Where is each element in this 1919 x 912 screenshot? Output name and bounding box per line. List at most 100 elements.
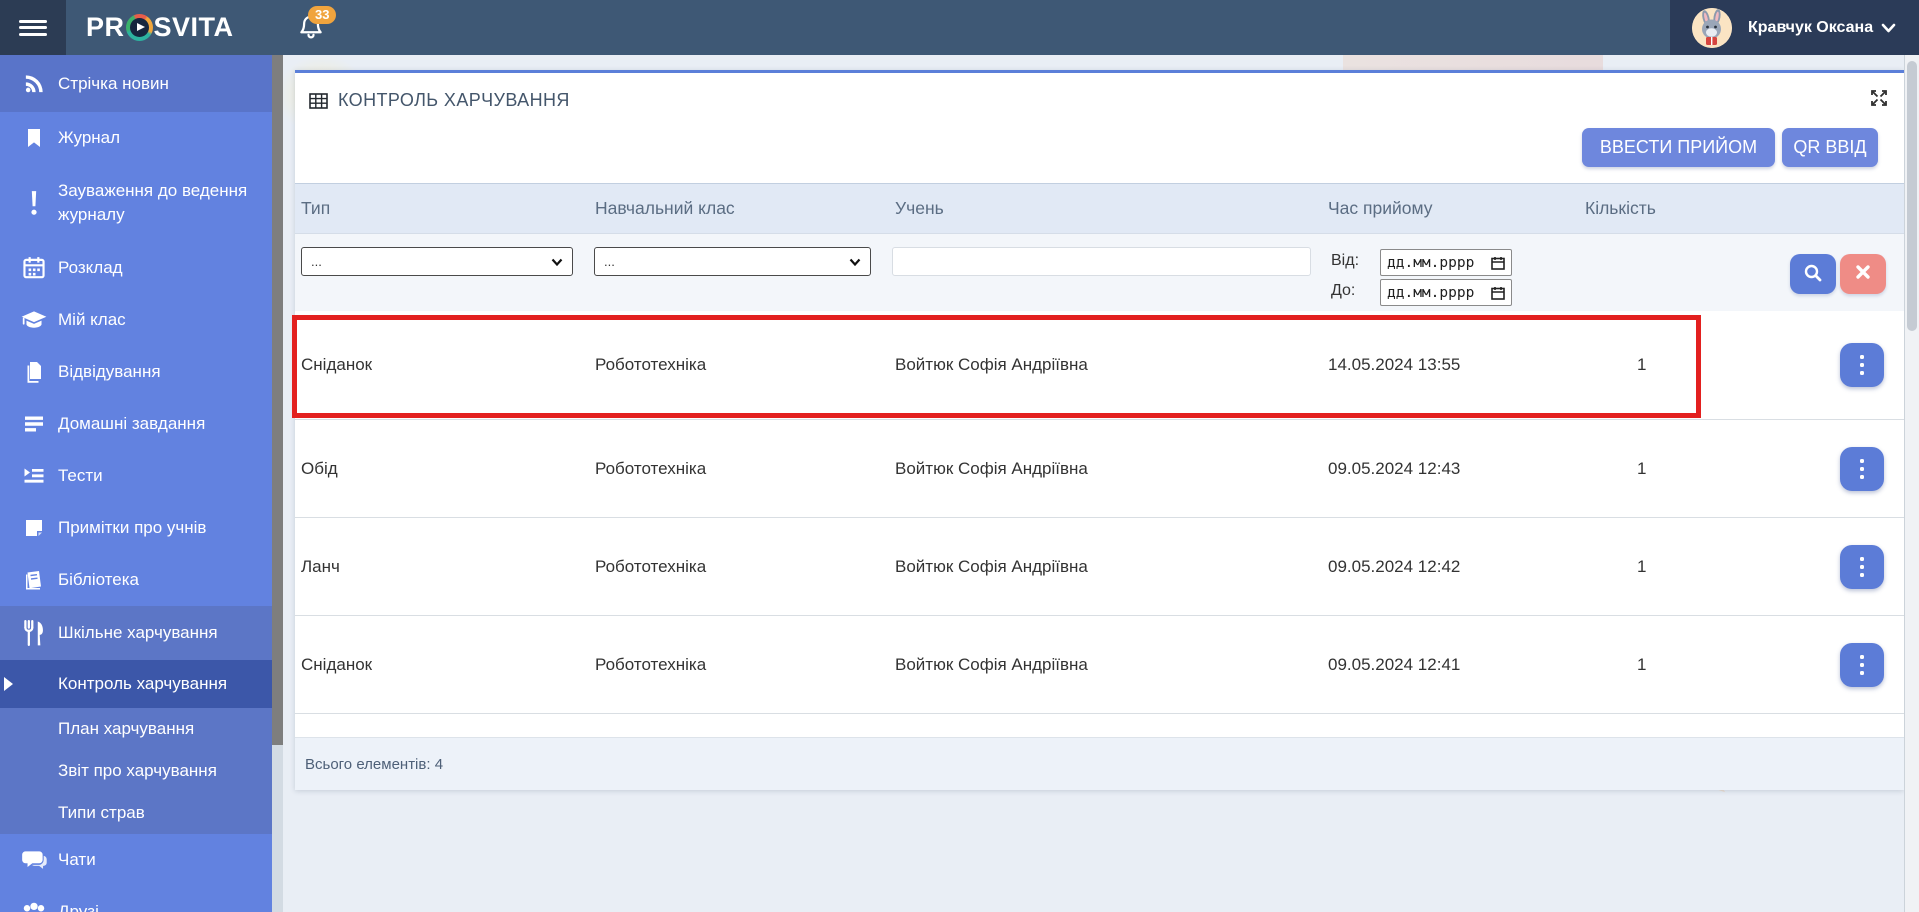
sidebar-item-label: Відвідування: [58, 360, 171, 384]
panel-title: КОНТРОЛЬ ХАРЧУВАННЯ: [338, 90, 570, 111]
sidebar-item-news[interactable]: Стрічка новин: [0, 55, 272, 112]
sidebar-item-student-notes[interactable]: Примітки про учнів: [0, 502, 272, 554]
sidebar-item-journal[interactable]: Журнал: [0, 112, 272, 164]
clear-filter-button[interactable]: [1840, 254, 1886, 294]
page-scrollbar-thumb[interactable]: [1907, 61, 1917, 331]
app-logo: PRSVITA: [86, 12, 234, 43]
bell-icon: [296, 31, 326, 48]
row-class-cell: Робототехніка: [595, 355, 895, 375]
vertical-dots-icon: [1860, 355, 1864, 359]
vertical-dots-icon: [1860, 557, 1864, 561]
qr-input-button[interactable]: QR ВВІД: [1782, 128, 1878, 167]
note-icon: [20, 514, 48, 542]
table-header-row: Тип Навчальний клас Учень Час прийому Кі…: [295, 183, 1904, 233]
enter-meal-button[interactable]: ВВЕСТИ ПРИЙОМ: [1582, 128, 1775, 167]
sidebar-item-meal-report[interactable]: Звіт про харчування: [0, 750, 272, 792]
bookmark-icon: [20, 124, 48, 152]
sidebar-scrollbar-thumb[interactable]: [272, 55, 283, 745]
page-scrollbar[interactable]: [1904, 55, 1919, 912]
row-time-cell: 09.05.2024 12:43: [1328, 459, 1585, 479]
student-filter-input[interactable]: [892, 247, 1311, 276]
search-button[interactable]: [1790, 254, 1836, 294]
sidebar-item-friends[interactable]: Друзі: [0, 886, 272, 912]
sidebar-nav: Стрічка новин ЖурналЗауваження до ведення…: [0, 55, 272, 912]
row-student-cell: Войтюк Софія Андріївна: [895, 355, 1328, 375]
type-filter-select[interactable]: ...: [301, 247, 573, 276]
sidebar-item-journal-remarks[interactable]: Зауваження до ведення журналу: [0, 164, 272, 242]
column-header-time: Час прийому: [1328, 198, 1585, 219]
sidebar-item-label: Бібліотека: [58, 568, 149, 592]
logo-text-left: PR: [86, 12, 125, 43]
date-from-label: Від:: [1331, 252, 1359, 270]
date-placeholder: дд.мм.рррр: [1387, 255, 1474, 271]
vertical-dots-icon: [1860, 565, 1864, 569]
hamburger-icon: [19, 16, 47, 39]
row-class-cell: Робототехніка: [595, 655, 895, 675]
column-header-type: Тип: [301, 198, 595, 219]
date-to-input[interactable]: дд.мм.рррр: [1380, 279, 1512, 306]
sidebar-item-attendance[interactable]: Відвідування: [0, 346, 272, 398]
sidebar-item-label: План харчування: [58, 717, 204, 741]
row-quantity-cell: 1: [1585, 655, 1830, 675]
sidebar-item-label: Розклад: [58, 256, 133, 280]
sidebar-item-homework[interactable]: Домашні завдання: [0, 398, 272, 450]
sidebar-item-label: Шкільне харчування: [58, 621, 228, 645]
column-header-student: Учень: [895, 198, 1328, 219]
food-icon: [20, 619, 48, 647]
row-actions-button[interactable]: [1840, 643, 1884, 687]
hamburger-menu-button[interactable]: [0, 0, 66, 55]
type-filter-value: ...: [311, 254, 322, 269]
row-actions-button[interactable]: [1840, 545, 1884, 589]
sidebar-item-chats[interactable]: Чати: [0, 834, 272, 886]
calendar-icon: [20, 254, 48, 282]
homework-icon: [20, 410, 48, 438]
vertical-dots-icon: [1860, 371, 1864, 375]
avatar: [1692, 8, 1732, 48]
sidebar-item-label: Тести: [58, 464, 113, 488]
row-actions-button[interactable]: [1840, 343, 1884, 387]
notifications-button[interactable]: 33: [296, 12, 336, 48]
table-row: ОбідРобототехнікаВойтюк Софія Андріївна0…: [295, 419, 1904, 517]
sidebar-item-meal-plan[interactable]: План харчування: [0, 708, 272, 750]
row-student-cell: Войтюк Софія Андріївна: [895, 655, 1328, 675]
sidebar-item-my-class[interactable]: Мій клас: [0, 294, 272, 346]
chats-icon: [20, 846, 48, 874]
calendar-icon[interactable]: [1491, 256, 1505, 270]
expand-icon[interactable]: [1868, 87, 1890, 109]
row-actions-button[interactable]: [1840, 447, 1884, 491]
friends-icon: [20, 898, 48, 912]
sidebar-item-label: Стрічка новин: [58, 72, 179, 96]
user-menu[interactable]: Кравчук Оксана: [1670, 0, 1919, 55]
table-footer: Всього елементів: 4: [295, 737, 1904, 790]
vertical-dots-icon: [1860, 363, 1864, 367]
total-elements-label: Всього елементів: 4: [305, 756, 443, 773]
sidebar-item-tests[interactable]: Тести: [0, 450, 272, 502]
top-bar: PRSVITA 33 Кравчук Оксана: [0, 0, 1919, 55]
vertical-dots-icon: [1860, 467, 1864, 471]
sidebar-item-schedule[interactable]: Розклад: [0, 242, 272, 294]
sidebar-item-meal-control[interactable]: Контроль харчування: [0, 660, 272, 708]
row-class-cell: Робототехніка: [595, 557, 895, 577]
row-actions-cell: [1830, 545, 1904, 589]
sidebar-item-school-meals[interactable]: Шкільне харчування: [0, 606, 272, 660]
chevron-down-icon: [1881, 23, 1896, 33]
active-item-marker-icon: [4, 677, 13, 691]
calendar-icon[interactable]: [1491, 286, 1505, 300]
sidebar-item-label: Звіт про харчування: [58, 759, 227, 783]
attendance-icon: [20, 358, 48, 386]
sidebar-item-dish-types[interactable]: Типи страв: [0, 792, 272, 834]
sidebar-scrollbar[interactable]: [272, 55, 283, 912]
row-quantity-cell: 1: [1585, 459, 1830, 479]
vertical-dots-icon: [1860, 671, 1864, 675]
table-row: СніданокРобототехнікаВойтюк Софія Андрії…: [295, 311, 1904, 419]
sidebar-item-label: Мій клас: [58, 308, 136, 332]
sidebar-item-label: Типи страв: [58, 801, 155, 825]
class-filter-select[interactable]: ...: [594, 247, 871, 276]
class-filter-value: ...: [604, 254, 615, 269]
sidebar-item-library[interactable]: Бібліотека: [0, 554, 272, 606]
date-from-input[interactable]: дд.мм.рррр: [1380, 249, 1512, 276]
row-type-cell: Ланч: [301, 557, 595, 577]
row-class-cell: Робототехніка: [595, 459, 895, 479]
sidebar-item-label: Примітки про учнів: [58, 516, 216, 540]
sidebar-item-label: Друзі: [58, 900, 109, 912]
